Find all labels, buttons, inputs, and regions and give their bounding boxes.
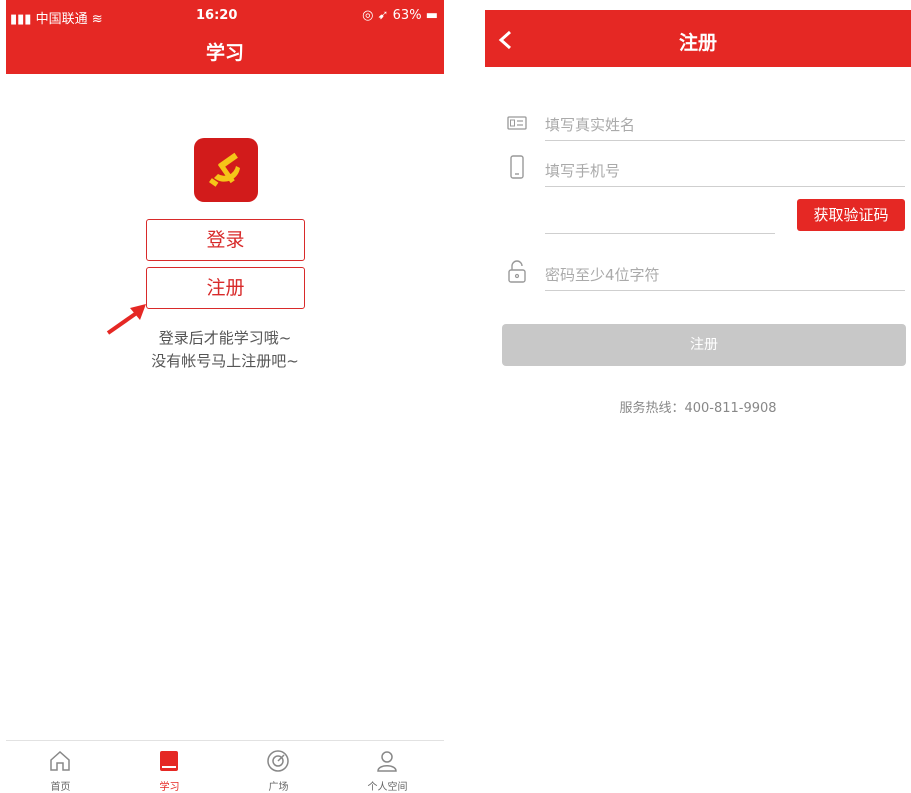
phone-field[interactable]: 填写手机号: [545, 154, 905, 187]
service-hotline: 服务热线：400-811-9908: [619, 401, 777, 416]
hint-line-1: 登录后才能学习哦~: [158, 329, 292, 347]
learn-header: ▮▮▮ 中国联通 ≋ 16:20 ◎ ➹ 63% ▬ 学习: [6, 0, 444, 74]
register-header: 注册: [485, 10, 911, 67]
wifi-icon: ≋: [91, 12, 103, 27]
home-icon: [50, 750, 70, 771]
status-time: 16:20: [196, 8, 238, 23]
register-screen: 注册 填写真实姓名 填写手机号 获取验证码 密码至少4位字符 注册 服务热线：4…: [485, 0, 911, 791]
verification-code-field[interactable]: [545, 201, 775, 234]
phone-placeholder: 填写手机号: [545, 162, 621, 180]
battery-icon: ▬: [425, 8, 438, 23]
status-bar: ▮▮▮ 中国联通 ≋ 16:20 ◎ ➹ 63% ▬: [6, 8, 444, 27]
target-icon: [267, 750, 289, 772]
phone-icon: [510, 155, 524, 179]
hammer-sickle-icon: [209, 152, 240, 187]
lock-icon: [508, 260, 526, 283]
password-placeholder: 密码至少4位字符: [545, 266, 660, 284]
signal-icon: ▮▮▮: [10, 12, 32, 27]
learn-screen: ▮▮▮ 中国联通 ≋ 16:20 ◎ ➹ 63% ▬ 学习 登录 注册 登录后才…: [6, 0, 444, 793]
page-title: 注册: [678, 32, 717, 54]
hint-line-2: 没有帐号马上注册吧~: [151, 352, 299, 370]
tab-study[interactable]: 学习: [115, 741, 224, 793]
battery-label: 63%: [392, 8, 422, 23]
page-title: 学习: [205, 42, 244, 64]
tab-home[interactable]: 首页: [6, 741, 115, 793]
get-code-button[interactable]: 获取验证码: [797, 199, 905, 231]
party-logo: [194, 138, 258, 202]
location-icon: ◎ ➹: [362, 8, 389, 23]
password-field[interactable]: 密码至少4位字符: [545, 258, 905, 291]
name-field[interactable]: 填写真实姓名: [545, 108, 905, 141]
submit-register-button[interactable]: 注册: [502, 324, 906, 366]
carrier-label: ▮▮▮ 中国联通 ≋: [10, 12, 103, 27]
register-button[interactable]: 注册: [146, 267, 305, 309]
tab-profile[interactable]: 个人空间: [333, 741, 442, 793]
login-button[interactable]: 登录: [146, 219, 305, 261]
name-placeholder: 填写真实姓名: [545, 116, 636, 134]
id-card-icon: [507, 116, 527, 130]
book-icon: [160, 751, 178, 771]
status-right: ◎ ➹ 63% ▬: [362, 8, 438, 23]
tab-square[interactable]: 广场: [224, 741, 333, 793]
person-icon: [377, 751, 397, 772]
tab-bar: 首页 学习 广场 个人空间: [6, 740, 444, 793]
